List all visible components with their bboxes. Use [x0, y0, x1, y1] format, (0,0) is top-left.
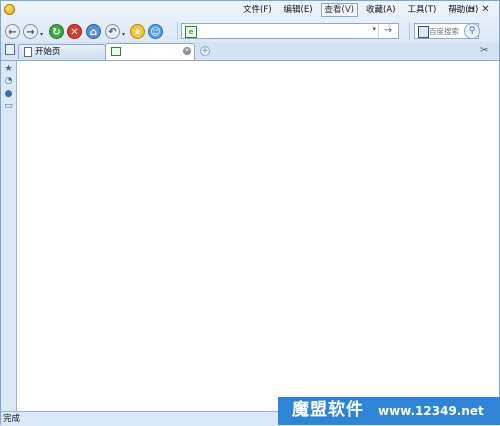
menu-favorites[interactable]: 收藏(A) [362, 3, 399, 17]
history-icon[interactable]: ◔ [4, 77, 13, 86]
undo-close-button[interactable]: ↶ [105, 24, 120, 39]
menu-view[interactable]: 查看(V) [320, 3, 358, 17]
home-button[interactable]: ⌂ [86, 24, 101, 39]
tab-close-icon[interactable]: ✕ [183, 47, 191, 55]
tab-active[interactable] [105, 43, 195, 60]
address-bar[interactable]: e ▾ → [181, 23, 399, 39]
tab-start-page[interactable]: 开始页 [18, 44, 106, 59]
watermark-banner: 魔盟软件 www.12349.net [278, 397, 500, 425]
favorites-star-icon[interactable]: ★ [4, 65, 13, 74]
search-input[interactable] [429, 24, 469, 38]
refresh-button[interactable]: ↻ [49, 24, 64, 39]
address-dropdown-icon[interactable]: ▾ [372, 25, 376, 33]
back-button[interactable]: ← [5, 24, 20, 39]
watermark-brand: 魔盟软件 [292, 400, 364, 420]
close-icon[interactable]: ✕ [479, 4, 492, 15]
status-text: 完成 [3, 414, 21, 424]
sidebar-toggle-icon[interactable] [5, 44, 15, 55]
toolbar-separator [177, 22, 178, 40]
monitor-icon[interactable]: ▭ [4, 102, 13, 111]
undo-dropdown-icon[interactable]: ▾ [122, 31, 125, 38]
menu-file[interactable]: 文件(F) [239, 3, 276, 17]
forward-dropdown-icon[interactable]: ▾ [40, 31, 43, 38]
user-icon[interactable]: ● [4, 90, 13, 99]
scissors-icon[interactable]: ✂ [480, 45, 488, 56]
menu-edit[interactable]: 编辑(E) [280, 3, 317, 17]
page-content[interactable] [17, 61, 499, 411]
menu-tools[interactable]: 工具(T) [403, 3, 440, 17]
watermark-url: www.12349.net [378, 404, 484, 418]
search-engine-icon[interactable] [418, 26, 429, 38]
new-tab-button[interactable]: + [200, 46, 210, 56]
forward-button[interactable]: → [23, 24, 38, 39]
go-arrow-icon[interactable]: → [378, 24, 397, 38]
search-icon[interactable]: ⚲ [464, 23, 480, 39]
app-logo-icon [4, 4, 15, 15]
toolbar-separator [409, 22, 410, 40]
minimize-icon[interactable]: – [449, 4, 462, 15]
page-icon [24, 47, 32, 57]
stop-button[interactable]: ✕ [67, 24, 82, 39]
tab-label: 开始页 [35, 47, 61, 57]
smiley-button[interactable]: ☺ [148, 24, 163, 39]
favorites-star-button[interactable]: ★ [130, 24, 145, 39]
page-favicon-icon [111, 47, 121, 56]
maximize-icon[interactable]: ▫ [464, 4, 477, 15]
browser-window: 文件(F) 编辑(E) 查看(V) 收藏(A) 工具(T) 帮助(H) – ▫ … [0, 0, 500, 426]
left-sidebar: ★ ◔ ● ▭ [1, 61, 17, 411]
page-favicon-icon: e [185, 26, 197, 38]
